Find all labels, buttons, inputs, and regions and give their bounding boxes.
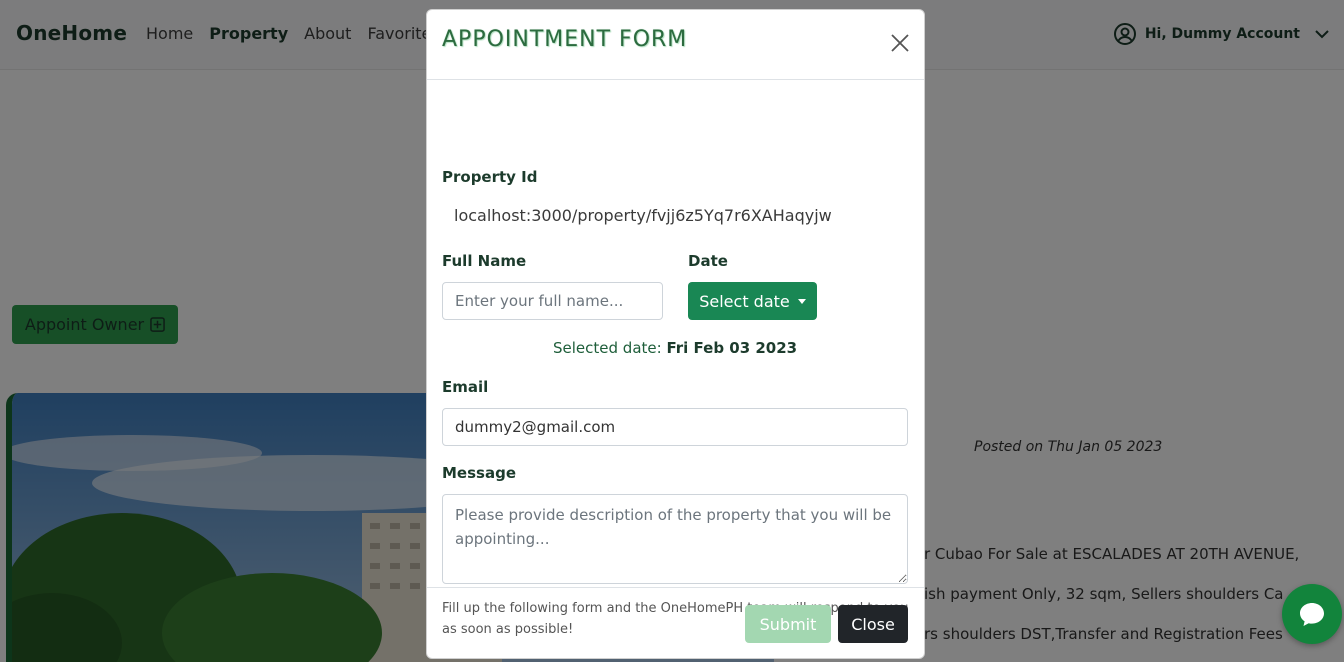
- full-name-input[interactable]: [442, 282, 663, 320]
- modal-header: APPOINTMENT FORM: [427, 10, 924, 80]
- select-date-button[interactable]: Select date: [688, 282, 817, 320]
- appointment-modal: APPOINTMENT FORM Property Id localhost:3…: [426, 9, 925, 659]
- close-icon[interactable]: [890, 33, 910, 53]
- message-label: Message: [442, 464, 516, 482]
- modal-footer: Submit Close: [427, 587, 924, 658]
- selected-date-prefix: Selected date:: [553, 339, 662, 357]
- message-textarea[interactable]: [442, 494, 908, 584]
- caret-down-icon: [797, 298, 806, 304]
- selected-date-text: Selected date: Fri Feb 03 2023: [553, 339, 797, 357]
- property-id-label: Property Id: [442, 168, 538, 186]
- select-date-label: Select date: [699, 291, 790, 311]
- full-name-label: Full Name: [442, 252, 527, 270]
- email-label: Email: [442, 378, 489, 396]
- date-label: Date: [688, 252, 728, 270]
- selected-date-value: Fri Feb 03 2023: [666, 339, 798, 357]
- modal-title: APPOINTMENT FORM: [442, 27, 688, 52]
- email-input[interactable]: [442, 408, 908, 446]
- chat-button[interactable]: [1282, 584, 1342, 644]
- close-button[interactable]: Close: [838, 605, 908, 643]
- property-id-value: localhost:3000/property/fvjj6z5Yq7r6XAHa…: [454, 206, 832, 225]
- chat-icon: [1300, 603, 1324, 626]
- submit-button[interactable]: Submit: [745, 605, 831, 643]
